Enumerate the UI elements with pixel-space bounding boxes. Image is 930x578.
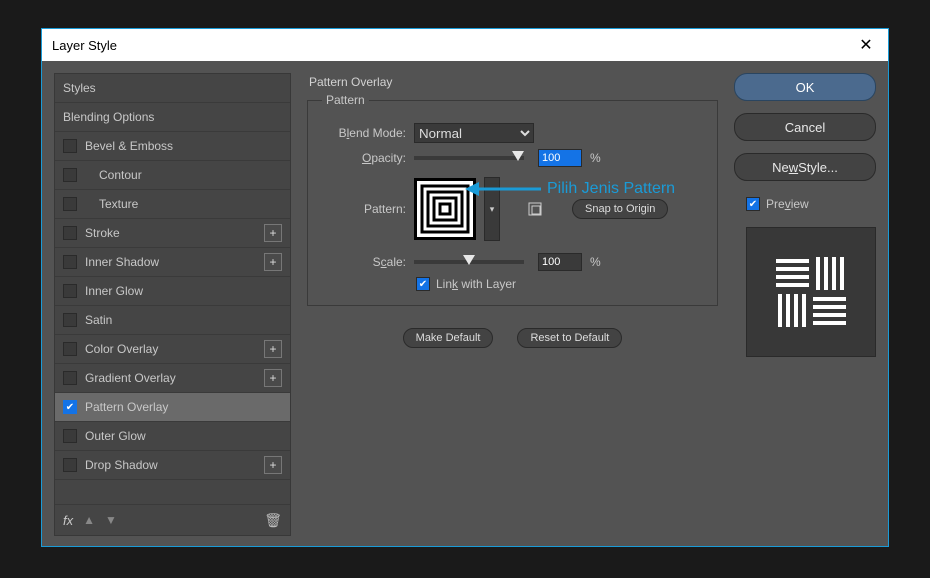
sidebar-item-drop-shadow[interactable]: Drop Shadow+ — [55, 451, 290, 480]
preview-checkbox[interactable]: ✔ Preview — [746, 197, 876, 211]
sidebar-item-texture[interactable]: Texture — [55, 190, 290, 219]
pattern-label: Pattern: — [322, 202, 406, 216]
sidebar-item-bevel-emboss[interactable]: Bevel & Emboss — [55, 132, 290, 161]
checkbox-icon[interactable] — [63, 255, 77, 269]
add-effect-icon[interactable]: + — [264, 456, 282, 474]
sidebar-item-inner-glow[interactable]: Inner Glow — [55, 277, 290, 306]
make-default-button[interactable]: Make Default — [403, 328, 494, 348]
sidebar-item-label: Styles — [63, 81, 282, 95]
create-pattern-icon[interactable] — [526, 200, 544, 218]
blend-mode-label: Blend Mode: — [322, 126, 406, 140]
section-title: Pattern Overlay — [309, 75, 722, 89]
sidebar-item-stroke[interactable]: Stroke+ — [55, 219, 290, 248]
sidebar-item-label: Blending Options — [63, 110, 282, 124]
new-style-button[interactable]: New Style... — [734, 153, 876, 181]
layer-style-dialog: Layer Style ✕ Styles Blending Options Beve… — [41, 28, 889, 547]
sidebar-item-outer-glow[interactable]: Outer Glow — [55, 422, 290, 451]
cancel-button[interactable]: Cancel — [734, 113, 876, 141]
add-effect-icon[interactable]: + — [264, 369, 282, 387]
pattern-swatch[interactable] — [414, 178, 476, 240]
sidebar-item-pattern-overlay[interactable]: ✔ Pattern Overlay — [55, 393, 290, 422]
link-with-layer-checkbox[interactable]: ✔ Link with Layer — [416, 277, 703, 291]
preview-thumbnail — [746, 227, 876, 357]
ok-button[interactable]: OK — [734, 73, 876, 101]
arrow-up-icon[interactable]: ▲ — [83, 513, 95, 527]
checkbox-icon[interactable] — [63, 429, 77, 443]
checkbox-icon[interactable] — [63, 342, 77, 356]
scale-slider-thumb[interactable] — [463, 255, 475, 265]
opacity-slider[interactable] — [414, 156, 524, 160]
sidebar-item-label: Inner Glow — [85, 284, 282, 298]
sidebar-item-satin[interactable]: Satin — [55, 306, 290, 335]
opacity-unit: % — [590, 151, 601, 165]
preview-label: Preview — [766, 197, 809, 211]
settings-panel: Pattern Overlay Pattern Blend Mode: Norm… — [303, 73, 722, 536]
checkmark-icon: ✔ — [746, 197, 760, 211]
scale-slider[interactable] — [414, 260, 524, 264]
blend-mode-row: Blend Mode: Normal — [322, 123, 703, 143]
default-buttons-row: Make Default Reset to Default — [303, 328, 722, 348]
dialog-title: Layer Style — [52, 38, 854, 53]
pattern-group: Pattern Blend Mode: Normal Opacity: — [307, 93, 718, 306]
sidebar-item-blending-options[interactable]: Blending Options — [55, 103, 290, 132]
dialog-body: Styles Blending Options Bevel & Emboss Cont… — [42, 61, 888, 546]
scale-input[interactable] — [538, 253, 582, 271]
scale-row: Scale: % — [322, 253, 703, 271]
trash-icon[interactable]: 🗑 — [264, 512, 282, 529]
sidebar-item-label: Outer Glow — [85, 429, 282, 443]
group-legend: Pattern — [322, 93, 369, 107]
checkbox-icon[interactable] — [63, 139, 77, 153]
sidebar-item-label: Bevel & Emboss — [85, 139, 282, 153]
sidebar-item-label: Inner Shadow — [85, 255, 264, 269]
reset-default-button[interactable]: Reset to Default — [517, 328, 622, 348]
sidebar-item-label: Gradient Overlay — [85, 371, 264, 385]
link-with-layer-label: Link with Layer — [436, 277, 516, 291]
action-panel: OK Cancel New Style... ✔ Preview — [734, 73, 876, 536]
sidebar-item-label: Contour — [99, 168, 282, 182]
sidebar-item-inner-shadow[interactable]: Inner Shadow+ — [55, 248, 290, 277]
arrow-down-icon[interactable]: ▼ — [105, 513, 117, 527]
effects-list: Styles Blending Options Bevel & Emboss Cont… — [55, 74, 290, 504]
close-icon[interactable]: ✕ — [854, 35, 878, 55]
pattern-row: Pattern: ▾ — [322, 177, 703, 241]
checkbox-icon[interactable] — [63, 371, 77, 385]
sidebar-item-label: Color Overlay — [85, 342, 264, 356]
sidebar-item-label: Drop Shadow — [85, 458, 264, 472]
sidebar-item-color-overlay[interactable]: Color Overlay+ — [55, 335, 290, 364]
checkmark-icon: ✔ — [416, 277, 430, 291]
checkbox-icon[interactable]: ✔ — [63, 400, 77, 414]
fx-icon[interactable]: fx — [63, 513, 73, 528]
sidebar-item-label: Pattern Overlay — [85, 400, 282, 414]
sidebar-item-label: Texture — [99, 197, 282, 211]
checkbox-icon[interactable] — [63, 284, 77, 298]
scale-unit: % — [590, 255, 601, 269]
opacity-slider-thumb[interactable] — [512, 151, 524, 161]
checkbox-icon[interactable] — [63, 226, 77, 240]
checkbox-icon[interactable] — [63, 458, 77, 472]
sidebar-footer: fx ▲ ▼ 🗑 — [55, 504, 290, 535]
pattern-dropdown-icon[interactable]: ▾ — [484, 177, 500, 241]
opacity-row: Opacity: % — [322, 149, 703, 167]
effects-sidebar: Styles Blending Options Bevel & Emboss Cont… — [54, 73, 291, 536]
sidebar-item-styles[interactable]: Styles — [55, 74, 290, 103]
add-effect-icon[interactable]: + — [264, 224, 282, 242]
add-effect-icon[interactable]: + — [264, 340, 282, 358]
sidebar-item-label: Satin — [85, 313, 282, 327]
opacity-input[interactable] — [538, 149, 582, 167]
checkbox-icon[interactable] — [63, 168, 77, 182]
titlebar: Layer Style ✕ — [42, 29, 888, 61]
checkbox-icon[interactable] — [63, 313, 77, 327]
snap-to-origin-button[interactable]: Snap to Origin — [572, 199, 668, 219]
add-effect-icon[interactable]: + — [264, 253, 282, 271]
sidebar-item-contour[interactable]: Contour — [55, 161, 290, 190]
blend-mode-select[interactable]: Normal — [414, 123, 534, 143]
sidebar-item-gradient-overlay[interactable]: Gradient Overlay+ — [55, 364, 290, 393]
scale-label: Scale: — [322, 255, 406, 269]
opacity-label: Opacity: — [322, 151, 406, 165]
checkbox-icon[interactable] — [63, 197, 77, 211]
sidebar-item-label: Stroke — [85, 226, 264, 240]
